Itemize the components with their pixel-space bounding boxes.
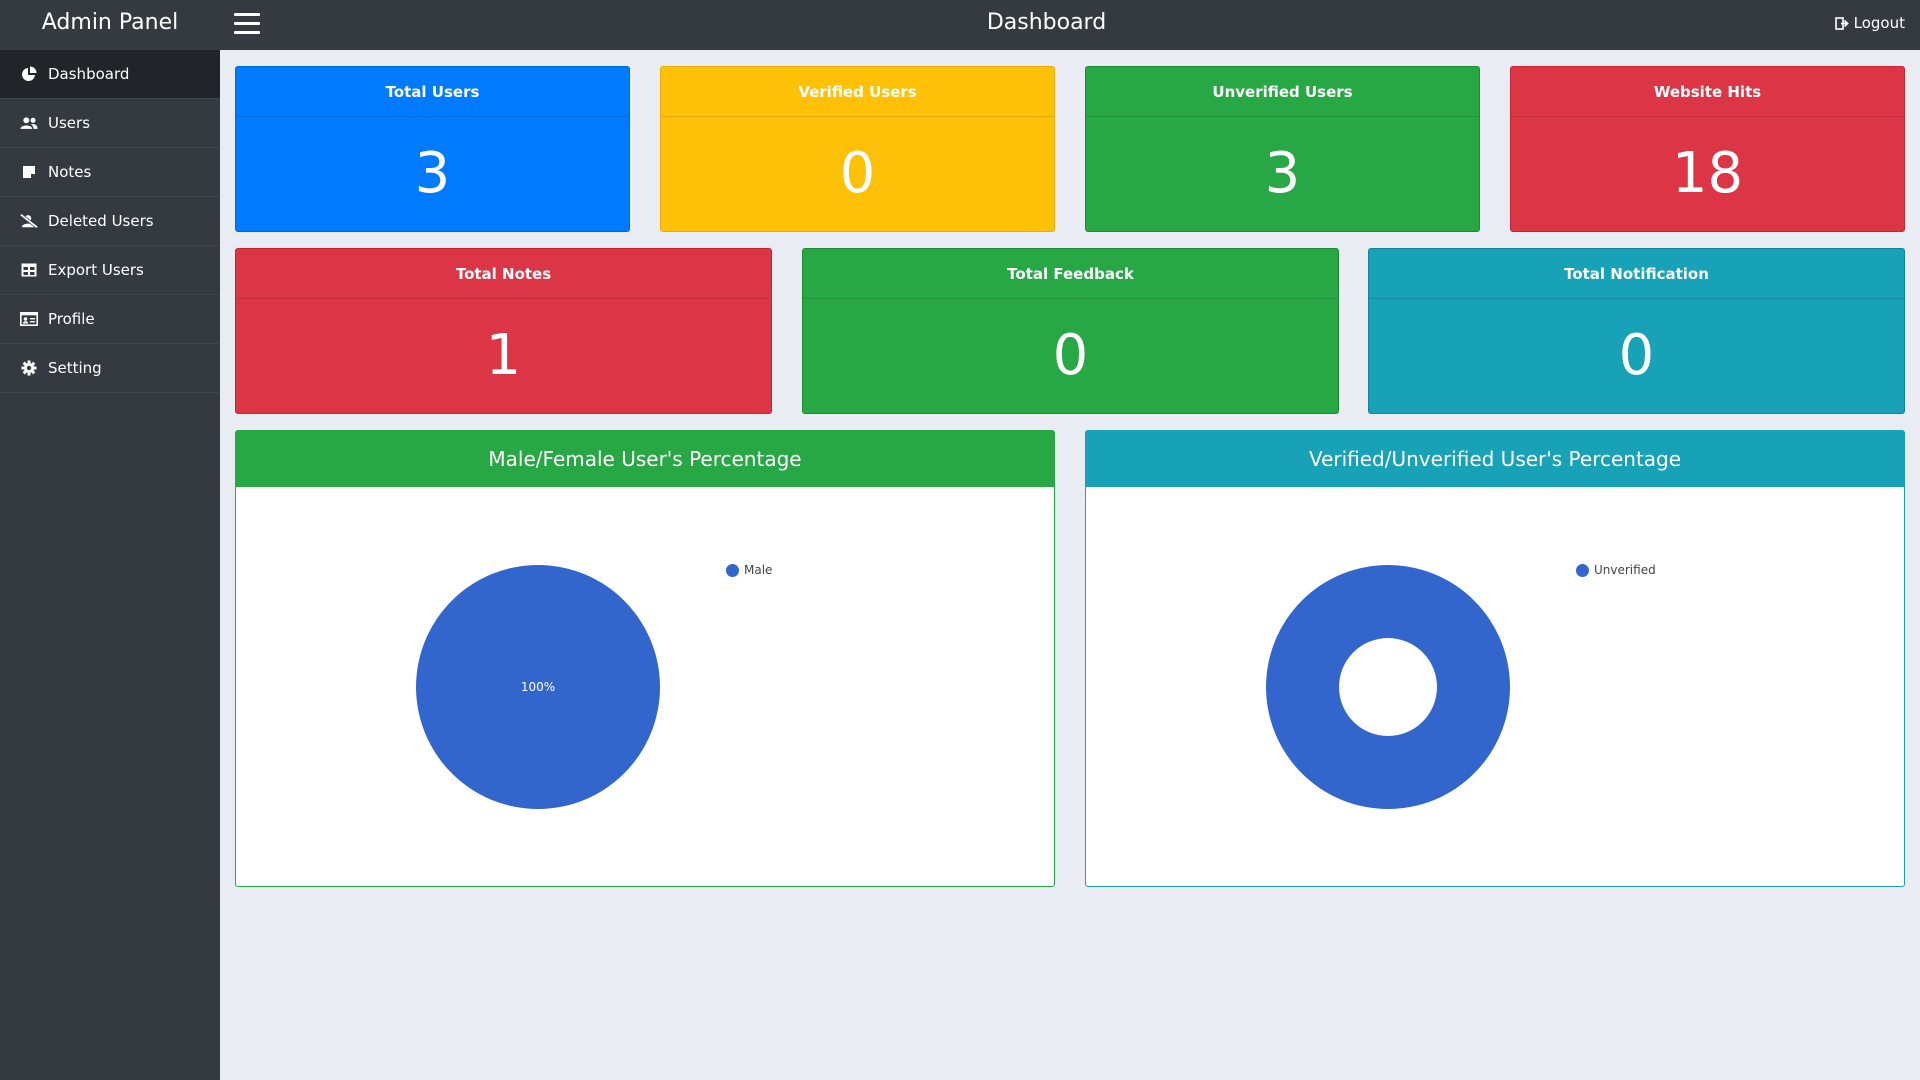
id-card-icon: [20, 310, 38, 328]
sidebar-item-label: Setting: [48, 359, 102, 377]
legend-label-unverified: Unverified: [1594, 563, 1656, 577]
main-content: Total Users 3 Verified Users 0 Unverifie…: [220, 50, 1920, 1080]
card-verified-users[interactable]: Verified Users 0: [660, 66, 1055, 232]
sidebar-item-dashboard[interactable]: Dashboard: [0, 50, 220, 99]
card-title: Unverified Users: [1086, 67, 1479, 117]
card-value: 0: [1052, 323, 1089, 388]
card-website-hits[interactable]: Website Hits 18: [1510, 66, 1905, 232]
pie-chart-icon: [20, 65, 38, 83]
card-value: 3: [1264, 141, 1301, 206]
sidebar-item-label: Deleted Users: [48, 212, 154, 230]
menu-toggle-icon[interactable]: [234, 13, 260, 35]
card-total-users[interactable]: Total Users 3: [235, 66, 630, 232]
sidebar-item-notes[interactable]: Notes: [0, 148, 220, 197]
top-navbar: Admin Panel Dashboard Logout: [0, 0, 1920, 50]
brand-title[interactable]: Admin Panel: [0, 0, 220, 50]
sidebar-item-label: Users: [48, 114, 91, 132]
card-value: 18: [1671, 141, 1744, 206]
verification-chart-card: Verified/Unverified User's Percentage Un…: [1085, 430, 1905, 887]
card-unverified-users[interactable]: Unverified Users 3: [1085, 66, 1480, 232]
note-icon: [20, 163, 38, 181]
sidebar-item-label: Notes: [48, 163, 92, 181]
sidebar-item-label: Export Users: [48, 261, 144, 279]
gender-chart-title: Male/Female User's Percentage: [236, 431, 1054, 487]
sign-out-icon: [1834, 16, 1849, 30]
sidebar-item-label: Dashboard: [48, 65, 130, 83]
legend-label-male: Male: [744, 563, 773, 577]
card-title: Total Notes: [236, 249, 771, 299]
verification-chart-title: Verified/Unverified User's Percentage: [1086, 431, 1904, 487]
sidebar-item-users[interactable]: Users: [0, 99, 220, 148]
card-title: Total Users: [236, 67, 629, 117]
gender-pie-chart: 100%: [416, 565, 660, 809]
sidebar: Dashboard Users Notes Deleted Users Expo…: [0, 50, 220, 1080]
legend-swatch-male: [726, 563, 739, 577]
card-title: Website Hits: [1511, 67, 1904, 117]
sidebar-item-profile[interactable]: Profile: [0, 295, 220, 344]
card-title: Total Feedback: [803, 249, 1338, 299]
card-value: 0: [839, 141, 876, 206]
logout-link[interactable]: Logout: [1834, 14, 1905, 32]
sidebar-item-label: Profile: [48, 310, 95, 328]
table-icon: [20, 261, 38, 279]
card-title: Verified Users: [661, 67, 1054, 117]
donut-hole: [1339, 638, 1437, 736]
card-value: 3: [414, 141, 451, 206]
pie-data-label: 100%: [521, 680, 555, 694]
gear-icon: [20, 359, 38, 377]
card-value: 1: [485, 323, 522, 388]
verification-legend[interactable]: Unverified: [1576, 563, 1656, 577]
card-total-feedback[interactable]: Total Feedback 0: [802, 248, 1339, 414]
users-icon: [20, 114, 38, 132]
card-total-notes[interactable]: Total Notes 1: [235, 248, 772, 414]
logout-label: Logout: [1853, 14, 1905, 32]
legend-swatch-unverified: [1576, 563, 1589, 577]
card-title: Total Notification: [1369, 249, 1904, 299]
gender-legend[interactable]: Male: [726, 563, 772, 577]
sidebar-item-export-users[interactable]: Export Users: [0, 246, 220, 295]
user-slash-icon: [20, 212, 38, 230]
sidebar-item-setting[interactable]: Setting: [0, 344, 220, 393]
card-total-notification[interactable]: Total Notification 0: [1368, 248, 1905, 414]
sidebar-item-deleted-users[interactable]: Deleted Users: [0, 197, 220, 246]
gender-chart-card: Male/Female User's Percentage 100% Male: [235, 430, 1055, 887]
card-value: 0: [1618, 323, 1655, 388]
verification-donut-chart: [1266, 565, 1510, 809]
page-title: Dashboard: [986, 10, 1107, 35]
